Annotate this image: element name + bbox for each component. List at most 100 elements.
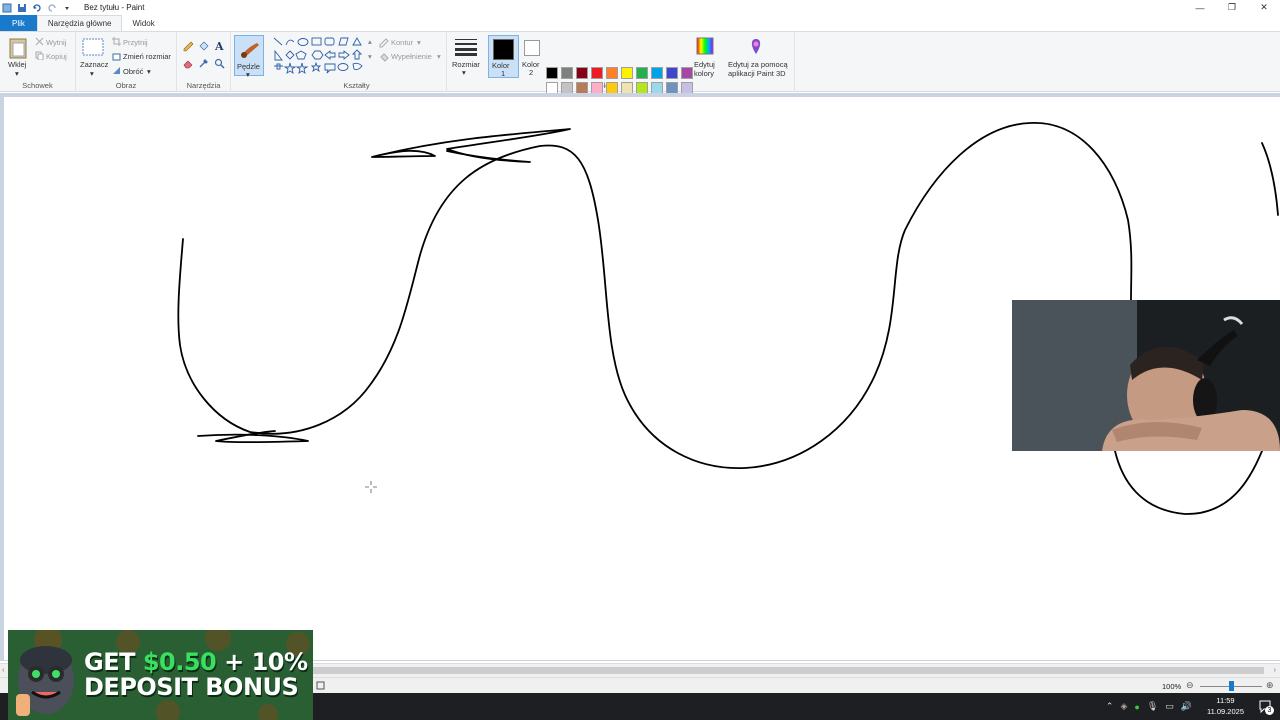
pencil-icon[interactable] [183, 41, 194, 52]
size-group: Rozmiar ▾ [447, 32, 485, 92]
rotate-button[interactable]: Obróć [123, 67, 143, 76]
size-icon[interactable] [455, 38, 477, 56]
rotate-icon[interactable] [112, 66, 121, 75]
tab-home[interactable]: Narzędzia główne [36, 15, 123, 31]
select-icon[interactable] [82, 38, 104, 56]
cut-button[interactable]: Wytnij [46, 38, 66, 47]
clipboard-group: Wklej ▾ Wytnij Kopiuj Schowek [0, 32, 76, 92]
image-group: Zaznacz ▾ Przytnij Zmień rozmiar Obróć ▾… [76, 32, 177, 92]
scroll-right-icon[interactable]: › [1274, 667, 1276, 674]
fill-button[interactable]: Wypełnienie [391, 52, 432, 61]
paint3d-label[interactable]: Edytuj za pomocą [728, 60, 788, 69]
notifications-icon[interactable]: 3 [1258, 699, 1274, 715]
undo-icon[interactable] [32, 3, 42, 13]
scroll-left-icon[interactable]: ‹ [2, 667, 4, 674]
color2-swatch [524, 40, 540, 56]
banner-amount: $0.50 [142, 648, 217, 676]
svg-text:A: A [214, 40, 224, 52]
tab-file[interactable]: Plik [0, 15, 37, 31]
paint-app-icon [2, 3, 12, 13]
palette-color-3[interactable] [576, 67, 588, 79]
crosshair-cursor-icon [365, 481, 377, 493]
outline-dropdown-icon[interactable]: ▾ [417, 38, 421, 47]
shapes-gallery[interactable] [272, 36, 372, 76]
clock-time: 11:59 [1216, 696, 1235, 705]
palette-color-1[interactable] [546, 67, 558, 79]
microphone-icon[interactable]: 🎙 [1147, 701, 1158, 712]
paste-dropdown-icon[interactable]: ▾ [15, 69, 19, 78]
select-button[interactable]: Zaznacz [80, 60, 108, 69]
tray-app-icon[interactable]: ◈ [1120, 701, 1127, 712]
resize-icon[interactable] [112, 52, 121, 61]
edit-colors-icon[interactable] [696, 37, 714, 55]
paint3d-label-2[interactable]: aplikacji Paint 3D [728, 69, 786, 78]
image-group-label: Obraz [115, 81, 137, 90]
shapes-group-label: Kształty [343, 81, 370, 90]
fill-dropdown-icon[interactable]: ▾ [437, 52, 441, 61]
system-tray: ⌃ ◈ ● 🎙 ▭ 🔊 [1106, 693, 1192, 720]
select-dropdown-icon[interactable]: ▾ [90, 69, 94, 78]
restore-icon[interactable]: ❐ [1216, 0, 1248, 15]
ribbon-tabs: Plik Narzędzia główne Widok [0, 15, 1280, 31]
rotate-dropdown-icon[interactable]: ▾ [147, 67, 151, 76]
copy-icon[interactable] [35, 51, 44, 60]
text-tool-icon[interactable]: A [214, 40, 225, 52]
minimize-icon[interactable]: — [1184, 0, 1216, 15]
window-title: Bez tytułu - Paint [84, 3, 145, 12]
palette-color-6[interactable] [621, 67, 633, 79]
magnifier-icon[interactable] [214, 58, 225, 69]
palette-color-2[interactable] [561, 67, 573, 79]
quick-access-toolbar [0, 3, 72, 13]
fill-icon[interactable] [379, 52, 389, 62]
outline-icon[interactable] [379, 38, 389, 48]
palette-color-8[interactable] [651, 67, 663, 79]
customize-toolbar-icon[interactable] [62, 3, 72, 13]
volume-icon[interactable]: 🔊 [1181, 701, 1192, 712]
zoom-out-icon[interactable]: ⊖ [1186, 680, 1194, 691]
zoom-slider-thumb[interactable] [1229, 681, 1234, 691]
tools-group: A Narzędzia [177, 32, 231, 92]
show-hidden-icons-icon[interactable]: ⌃ [1106, 701, 1114, 712]
crop-button[interactable]: Przytnij [123, 38, 148, 47]
brushes-dropdown-icon: ▾ [246, 70, 250, 79]
shapes-scroll-up-icon[interactable]: ▴ [368, 37, 372, 46]
color-picker-icon[interactable] [198, 58, 209, 69]
cut-icon[interactable] [35, 37, 44, 46]
eraser-icon[interactable] [183, 58, 194, 69]
size-dropdown-icon[interactable]: ▾ [462, 68, 466, 77]
edit-colors-label-2[interactable]: kolory [694, 69, 714, 78]
copy-button[interactable]: Kopiuj [46, 52, 67, 61]
clock[interactable]: 11:59 11.09.2025 [1207, 695, 1244, 717]
crop-icon[interactable] [112, 37, 121, 46]
save-icon[interactable] [17, 3, 27, 13]
color1-button[interactable]: Kolor 1 [488, 35, 519, 78]
notification-count: 3 [1265, 706, 1274, 715]
tab-view[interactable]: Widok [122, 15, 164, 31]
palette-color-5[interactable] [606, 67, 618, 79]
brushes-button[interactable]: Pędzle ▾ [234, 35, 264, 79]
paste-button[interactable]: Wklej [8, 60, 26, 69]
redo-icon[interactable] [47, 3, 57, 13]
color2-button[interactable]: Kolor 2 [521, 35, 547, 78]
clipboard-group-label: Schowek [22, 81, 53, 90]
resize-button[interactable]: Zmień rozmiar [123, 52, 171, 61]
color1-swatch [493, 39, 514, 60]
brush-icon [241, 43, 259, 58]
palette-color-10[interactable] [681, 67, 693, 79]
banner-get: GET [84, 648, 143, 676]
close-icon[interactable]: ✕ [1248, 0, 1280, 15]
edit-colors-label[interactable]: Edytuj [694, 60, 715, 69]
color1-number: 1 [501, 69, 506, 78]
paint3d-icon[interactable] [749, 38, 763, 56]
shapes-scroll-down-icon[interactable]: ▾ [368, 52, 372, 61]
network-icon[interactable]: ▭ [1165, 701, 1174, 712]
palette-color-9[interactable] [666, 67, 678, 79]
zoom-in-icon[interactable]: ⊕ [1266, 680, 1274, 691]
promo-banner[interactable]: GET $0.50 + 10% DEPOSIT BONUS [8, 630, 313, 720]
tray-green-icon[interactable]: ● [1134, 702, 1139, 712]
paste-icon[interactable] [8, 36, 28, 60]
outline-button[interactable]: Kontur [391, 38, 413, 47]
palette-color-4[interactable] [591, 67, 603, 79]
palette-color-7[interactable] [636, 67, 648, 79]
fill-bucket-icon[interactable] [198, 41, 209, 52]
